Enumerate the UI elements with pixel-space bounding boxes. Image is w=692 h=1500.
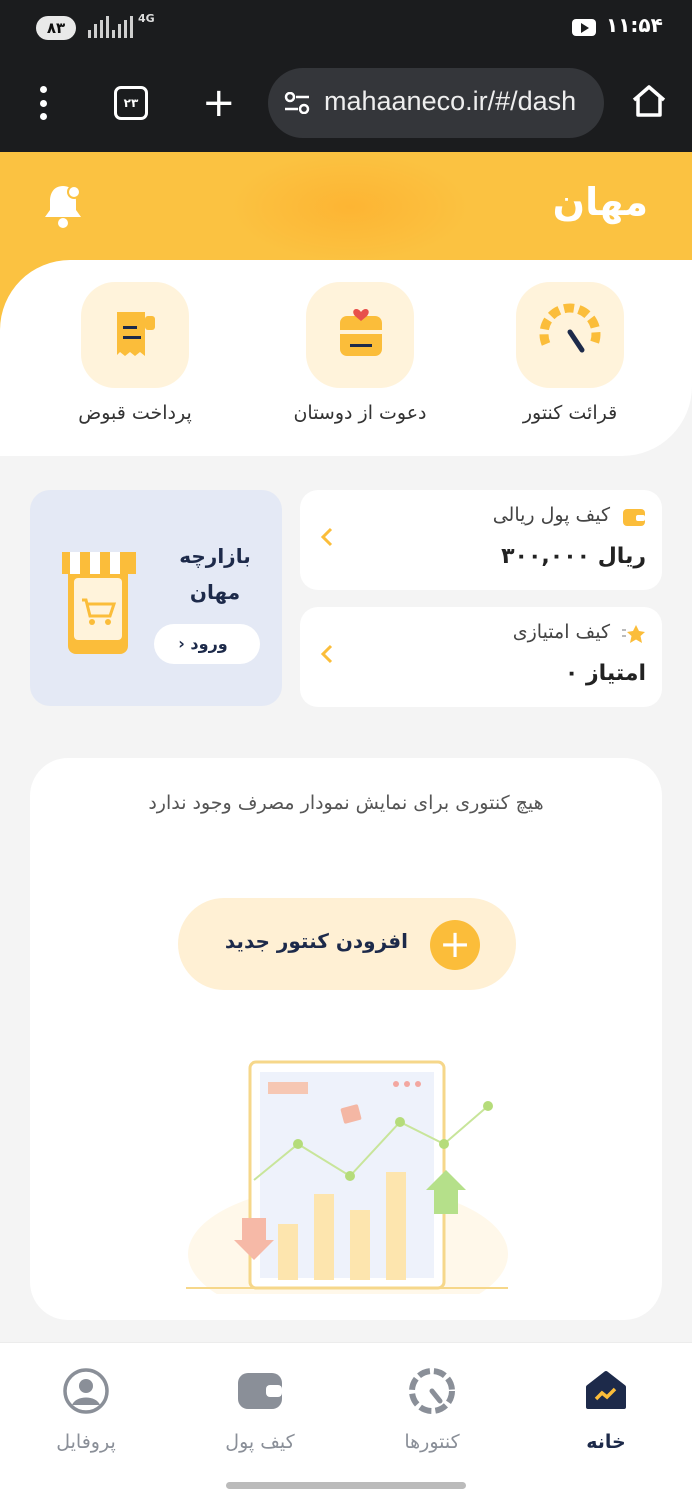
bazaar-title-line2: مهان [189,580,241,604]
receipt-icon [81,282,189,388]
shortcut-label: پرداخت قبوض [78,402,192,424]
nav-label: کنتورها [404,1431,460,1453]
nav-label: پروفایل [56,1431,116,1453]
shortcut-label: دعوت از دوستان [293,402,427,424]
youtube-icon [572,19,596,36]
chart-illustration [186,1060,508,1294]
wallet-amount: ۰ امتیاز [564,661,646,686]
points-wallet-card[interactable]: کیف امتیازی ۰ امتیاز [300,607,662,707]
url-text[interactable]: mahaaneco.ir/#/dash [324,86,576,117]
wallet-amount: ۳۰۰,۰۰۰ ریال [501,544,646,569]
bottom-navigation: خانه کنتورها کیف پول پروفایل [0,1342,692,1500]
nav-wallet[interactable]: کیف پول [190,1367,330,1453]
nav-meters[interactable]: کنتورها [362,1367,502,1453]
bazaar-enter-button[interactable]: › ورود [154,624,260,664]
wallet-icon [236,1367,284,1415]
rial-wallet-card[interactable]: کیف پول ریالی ۳۰۰,۰۰۰ ریال [300,490,662,590]
shortcut-pay-bills[interactable]: پرداخت قبوض [45,282,225,424]
header-decoration [230,152,470,262]
bazaar-enter-label: ورود [190,634,228,653]
add-meter-button[interactable]: + افزودن کنتور جدید [178,898,516,990]
new-tab-plus-icon[interactable]: + [202,83,236,123]
home-chart-icon [582,1367,630,1415]
plus-icon: + [430,920,480,970]
star-icon [622,625,645,643]
wallet-title: کیف پول ریالی [492,504,610,526]
chevron-left-icon[interactable] [320,526,334,548]
bazaar-card[interactable]: بازارچه مهان › ورود [30,490,282,706]
home-icon[interactable] [630,82,668,120]
consumption-card: هیچ کنتوری برای نمایش نمودار مصرف وجود ن… [30,758,662,1320]
network-type: 4G [138,12,155,25]
shortcut-label: قرائت کنتور [522,402,618,424]
chevron-left-icon[interactable] [320,643,334,665]
bazaar-title-line1: بازارچه [179,544,251,568]
gauge-icon [516,282,624,388]
bazaar-title: بازارچه مهان [160,538,270,610]
signal-icon-2 [112,16,133,38]
signal-icon [88,16,109,38]
nav-home[interactable]: خانه [536,1367,676,1453]
shortcuts-panel: قرائت کنتور دعوت از دوستان پرداخت قبوض [0,260,692,456]
browser-toolbar: ۲۳ + mahaaneco.ir/#/dash [0,56,692,152]
battery-indicator: ۸۳ [36,16,76,40]
wallet-title: کیف امتیازی [512,621,610,643]
bell-icon[interactable] [42,182,84,230]
nav-label: کیف پول [225,1431,295,1453]
wallet-icon [623,509,645,526]
address-bar[interactable]: mahaaneco.ir/#/dash [268,68,604,138]
empty-chart-message: هیچ کنتوری برای نمایش نمودار مصرف وجود ن… [148,792,544,814]
shortcut-invite-friends[interactable]: دعوت از دوستان [270,282,450,424]
shortcut-meter-reading[interactable]: قرائت کنتور [480,282,660,424]
gesture-bar[interactable] [226,1482,466,1489]
meter-icon [408,1367,456,1415]
gift-heart-icon [306,282,414,388]
tabs-icon[interactable]: ۲۳ [114,86,148,120]
profile-icon [62,1367,110,1415]
shop-cart-icon [62,552,136,654]
clock: ۱۱:۵۴ [606,13,663,37]
add-meter-label: افزودن کنتور جدید [224,929,408,953]
nav-profile[interactable]: پروفایل [16,1367,156,1453]
nav-label: خانه [586,1431,626,1453]
site-settings-icon[interactable] [284,92,310,114]
brand-logo: مهان [552,180,648,224]
status-bar: ۸۳ 4G ۱۱:۵۴ [0,0,692,56]
menu-kebab-icon[interactable] [38,86,48,120]
